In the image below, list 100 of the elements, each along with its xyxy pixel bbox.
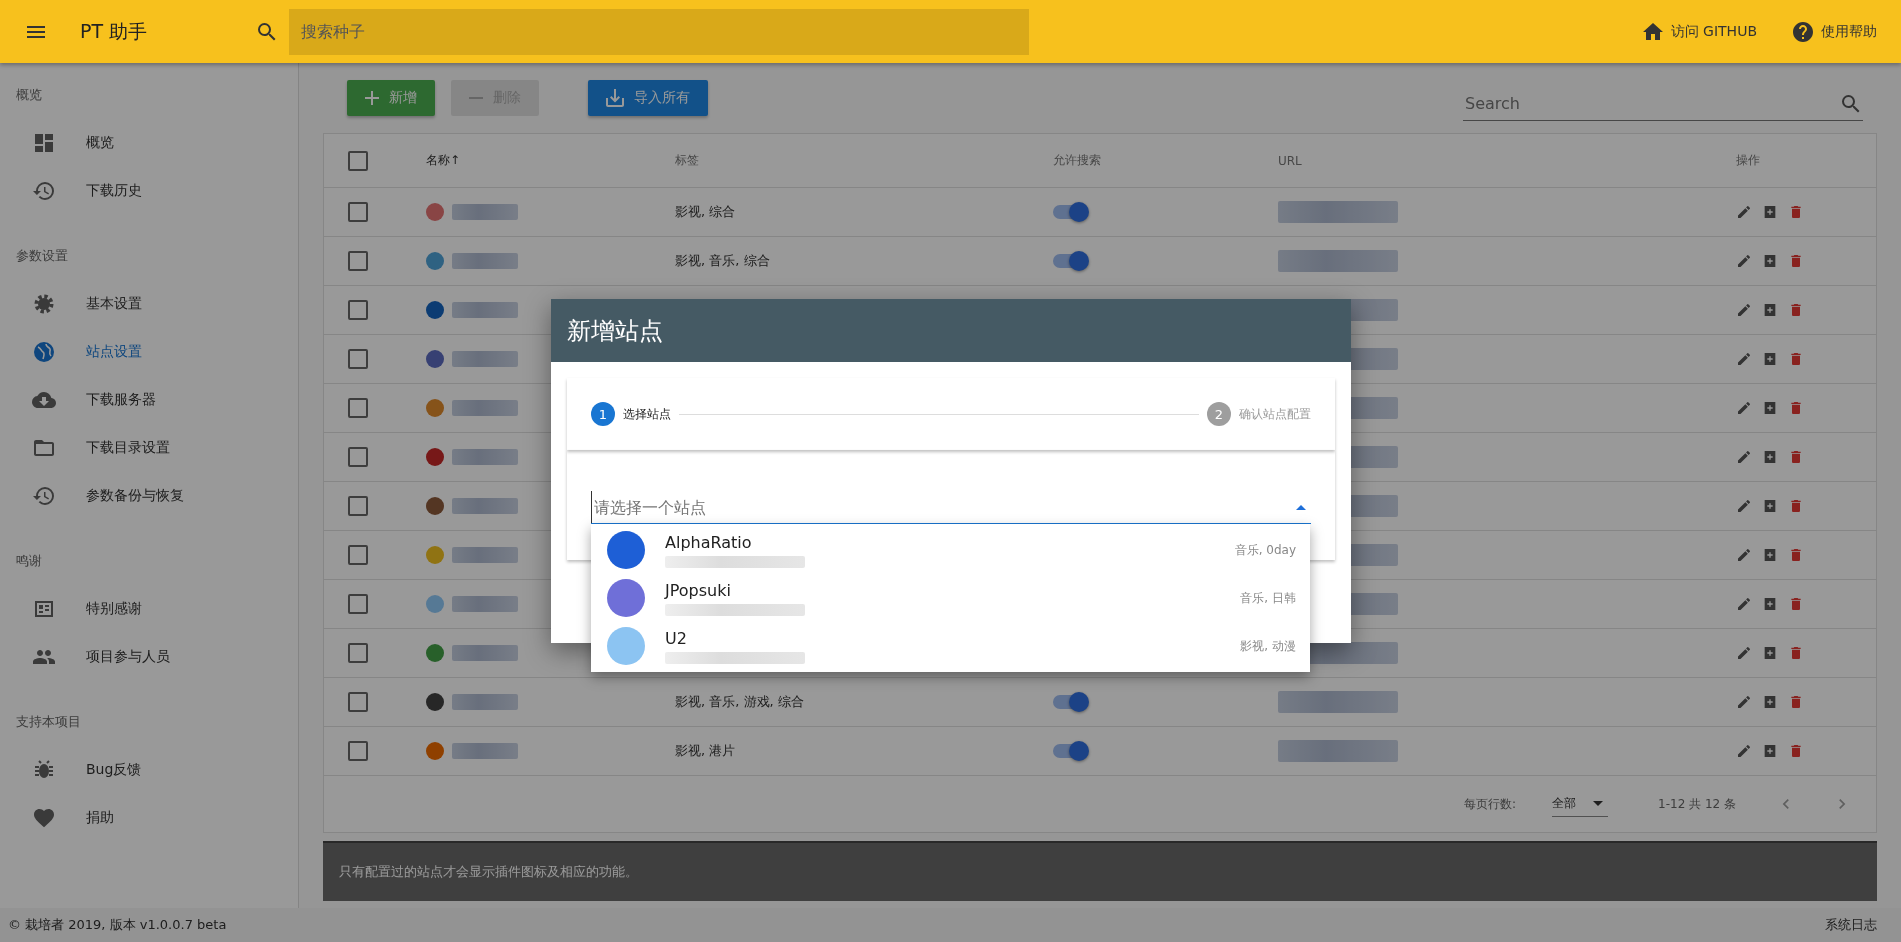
checkbox[interactable] (348, 545, 368, 565)
delete-icon[interactable] (1788, 694, 1804, 710)
blurred-text (452, 596, 518, 612)
toggle-switch[interactable] (1053, 205, 1087, 219)
delete-icon[interactable] (1788, 743, 1804, 759)
edit-icon[interactable] (1736, 645, 1752, 661)
dropdown-option[interactable]: AlphaRatio 音乐, 0day (591, 526, 1310, 574)
plus-box-icon[interactable] (1762, 449, 1778, 465)
search-field[interactable]: Search (1463, 87, 1839, 120)
table-cell: 影视, 音乐, 综合 (675, 253, 770, 268)
checkbox[interactable] (348, 496, 368, 516)
toggle-switch[interactable] (1053, 254, 1087, 268)
delete-icon[interactable] (1788, 204, 1804, 220)
edit-icon[interactable] (1736, 302, 1752, 318)
plus-box-icon[interactable] (1762, 204, 1778, 220)
edit-icon[interactable] (1736, 694, 1752, 710)
site-logo-icon (426, 203, 444, 221)
delete-icon[interactable] (1788, 449, 1804, 465)
sidebar-item[interactable]: 下载服务器 (0, 376, 298, 424)
plus-box-icon[interactable] (1762, 694, 1778, 710)
page-range: 1-12 共 12 条 (1658, 795, 1736, 813)
delete-icon[interactable] (1788, 253, 1804, 269)
plus-box-icon[interactable] (1762, 743, 1778, 759)
sidebar-item[interactable]: 下载历史 (0, 167, 298, 215)
toggle-switch[interactable] (1053, 695, 1087, 709)
toggle-switch[interactable] (1053, 744, 1087, 758)
edit-icon[interactable] (1736, 596, 1752, 612)
column-header[interactable]: 允许搜索 (1053, 153, 1101, 167)
blurred-text (452, 204, 518, 220)
delete-icon[interactable] (1788, 498, 1804, 514)
checkbox[interactable] (348, 643, 368, 663)
table-cell: 影视, 港片 (675, 743, 736, 758)
delete-icon[interactable] (1788, 547, 1804, 563)
history-icon (32, 484, 56, 508)
edit-icon[interactable] (1736, 400, 1752, 416)
edit-icon[interactable] (1736, 204, 1752, 220)
checkbox[interactable] (348, 251, 368, 271)
edit-icon[interactable] (1736, 498, 1752, 514)
plus-box-icon[interactable] (1762, 302, 1778, 318)
edit-icon[interactable] (1736, 253, 1752, 269)
dropdown-option[interactable]: JPopsuki 音乐, 日韩 (591, 574, 1310, 622)
column-header[interactable]: 名称↑ (426, 152, 461, 169)
blurred-text (452, 351, 518, 367)
step-number[interactable]: 1 (591, 402, 615, 426)
dialog-title: 新增站点 (567, 315, 663, 347)
checkbox[interactable] (348, 594, 368, 614)
top-link[interactable]: 使用帮助 (1791, 19, 1877, 44)
blurred-text (452, 694, 518, 710)
sidebar-item[interactable]: 参数备份与恢复 (0, 472, 298, 520)
sidebar-item[interactable]: 基本设置 (0, 280, 298, 328)
blurred-text (452, 400, 518, 416)
sidebar-item[interactable]: 特别感谢 (0, 585, 298, 633)
delete-icon[interactable] (1788, 302, 1804, 318)
checkbox[interactable] (348, 300, 368, 320)
delete-icon[interactable] (1788, 351, 1804, 367)
checkbox[interactable] (348, 692, 368, 712)
sidebar-item[interactable]: 下载目录设置 (0, 424, 298, 472)
top-link[interactable]: 访问 GITHUB (1640, 19, 1757, 44)
plus-box-icon[interactable] (1762, 645, 1778, 661)
rows-per-page-select[interactable]: 全部 (1552, 791, 1609, 817)
column-header[interactable]: 标签 (675, 153, 699, 167)
blurred-text (452, 547, 518, 563)
edit-icon[interactable] (1736, 547, 1752, 563)
edit-icon[interactable] (1736, 449, 1752, 465)
site-logo-icon (426, 497, 444, 515)
dropdown-option[interactable]: U2 影视, 动漫 (591, 622, 1310, 670)
checkbox[interactable] (348, 447, 368, 467)
minus-icon (469, 97, 483, 99)
blurred-text (452, 645, 518, 661)
plus-box-icon[interactable] (1762, 351, 1778, 367)
sidebar-item[interactable]: 捐助 (0, 794, 298, 842)
sidebar-heading: 支持本项目 (15, 713, 82, 731)
column-header[interactable]: URL (1278, 154, 1302, 168)
checkbox[interactable] (348, 150, 368, 171)
sidebar-item[interactable]: 项目参与人员 (0, 633, 298, 681)
copyright-text: © 栽培者 2019, 版本 v1.0.0.7 beta (8, 916, 227, 934)
plus-box-icon[interactable] (1762, 400, 1778, 416)
edit-icon[interactable] (1736, 351, 1752, 367)
blurred-text (452, 449, 518, 465)
info-text: 只有配置过的站点才会显示插件图标及相应的功能。 (339, 863, 638, 881)
delete-icon[interactable] (1788, 645, 1804, 661)
delete-icon[interactable] (1788, 400, 1804, 416)
plus-box-icon[interactable] (1762, 596, 1778, 612)
sidebar-item[interactable]: Bug反馈 (0, 746, 298, 794)
delete-icon[interactable] (1788, 596, 1804, 612)
column-header[interactable]: 操作 (1736, 153, 1760, 167)
checkbox[interactable] (348, 202, 368, 222)
log-link[interactable]: 系统日志 (1825, 916, 1877, 934)
table-cell: 影视, 综合 (675, 204, 736, 219)
plus-box-icon[interactable] (1762, 547, 1778, 563)
edit-icon[interactable] (1736, 743, 1752, 759)
sidebar-item[interactable]: 概览 (0, 119, 298, 167)
sidebar-item[interactable]: 站点设置 (0, 328, 298, 376)
plus-box-icon[interactable] (1762, 498, 1778, 514)
site-logo-icon (426, 644, 444, 662)
app-title: PT 助手 (80, 18, 149, 44)
plus-box-icon[interactable] (1762, 253, 1778, 269)
checkbox[interactable] (348, 398, 368, 418)
checkbox[interactable] (348, 349, 368, 369)
checkbox[interactable] (348, 741, 368, 761)
